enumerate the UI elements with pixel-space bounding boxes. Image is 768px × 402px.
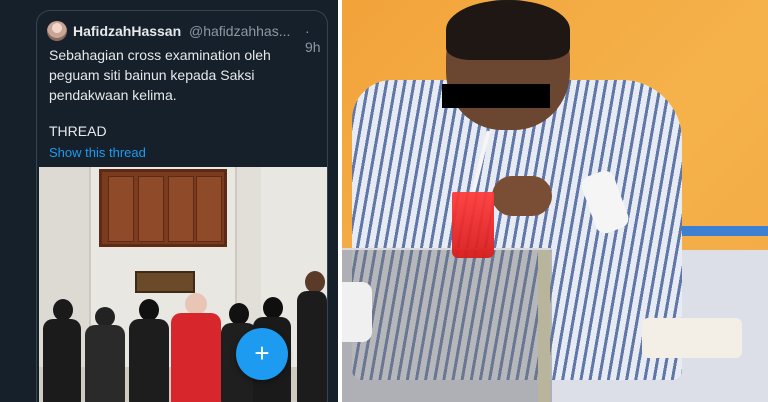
white-bowl	[342, 282, 372, 342]
censor-bar	[442, 84, 550, 108]
avatar[interactable]	[47, 21, 67, 41]
compose-icon: +	[254, 338, 270, 368]
person	[171, 313, 221, 402]
person	[297, 291, 327, 402]
user-handle[interactable]: @hafidzahhas...	[189, 23, 290, 39]
person-head	[139, 299, 159, 321]
tweet-text: Sebahagian cross examination oleh peguam…	[49, 45, 319, 105]
tweet-text-line: Sebahagian cross examination oleh	[49, 47, 271, 63]
child-arm	[492, 176, 552, 216]
tweet-header: HafidzahHassan @hafidzahhas... · 9h	[47, 21, 327, 55]
hospital-photo	[342, 0, 768, 402]
window-pane	[138, 176, 164, 242]
wooden-window	[99, 169, 227, 247]
red-drink-cup	[452, 192, 494, 258]
window-pane	[196, 176, 222, 242]
table-leg	[538, 250, 550, 402]
tweet-text-line: peguam siti bainun kepada Saksi	[49, 67, 255, 83]
window-pane	[108, 176, 134, 242]
wall-plaque	[135, 271, 195, 293]
child-hair	[446, 0, 570, 60]
window-pane	[168, 176, 194, 242]
person-head	[53, 299, 73, 321]
person	[85, 325, 125, 402]
thread-label: THREAD	[49, 123, 107, 139]
person-head	[95, 307, 115, 327]
tweet-text-line: pendakwaan kelima.	[49, 87, 177, 103]
person	[129, 319, 169, 402]
person-head	[229, 303, 249, 325]
display-name[interactable]: HafidzahHassan	[73, 23, 181, 39]
cropped-header	[34, 0, 154, 4]
person-head	[305, 271, 325, 293]
tweet-screenshot: HafidzahHassan @hafidzahhas... · 9h Seba…	[0, 0, 338, 402]
person-head	[185, 293, 207, 315]
show-thread-link[interactable]: Show this thread	[49, 145, 146, 160]
person	[43, 319, 81, 402]
compose-tweet-button[interactable]: +	[236, 328, 288, 380]
glass-table	[342, 248, 552, 402]
food-tray	[642, 318, 742, 358]
person-head	[263, 297, 283, 319]
